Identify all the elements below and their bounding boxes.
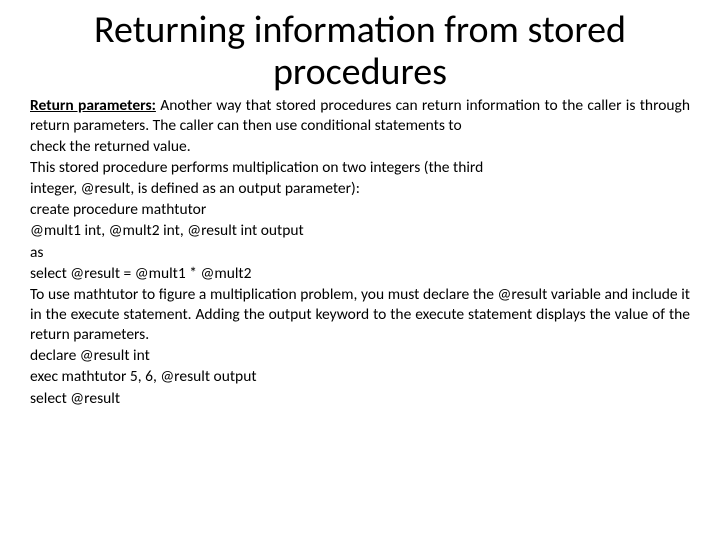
slide: Returning information from stored proced… [0,0,720,540]
para-lead: Return parameters: Another way that stor… [30,96,690,136]
code-line-4: select @result = @mult1 * @mult2 [30,264,690,284]
code-line-1: create procedure mathtutor [30,200,690,220]
code-line-3: as [30,243,690,263]
slide-body: Return parameters: Another way that stor… [30,96,690,409]
para-9: To use mathtutor to figure a multiplicat… [30,285,690,345]
code-line-5: declare @result int [30,346,690,366]
code-line-6: exec mathtutor 5, 6, @result output [30,367,690,387]
code-line-2: @mult1 int, @mult2 int, @result int outp… [30,221,690,241]
para-3: This stored procedure performs multiplic… [30,158,690,178]
lead-label: Return parameters: [30,96,156,115]
code-line-7: select @result [30,389,690,409]
para-2: check the returned value. [30,137,690,157]
slide-title: Returning information from stored proced… [30,10,690,94]
para-4: integer, @result, is defined as an outpu… [30,179,690,199]
